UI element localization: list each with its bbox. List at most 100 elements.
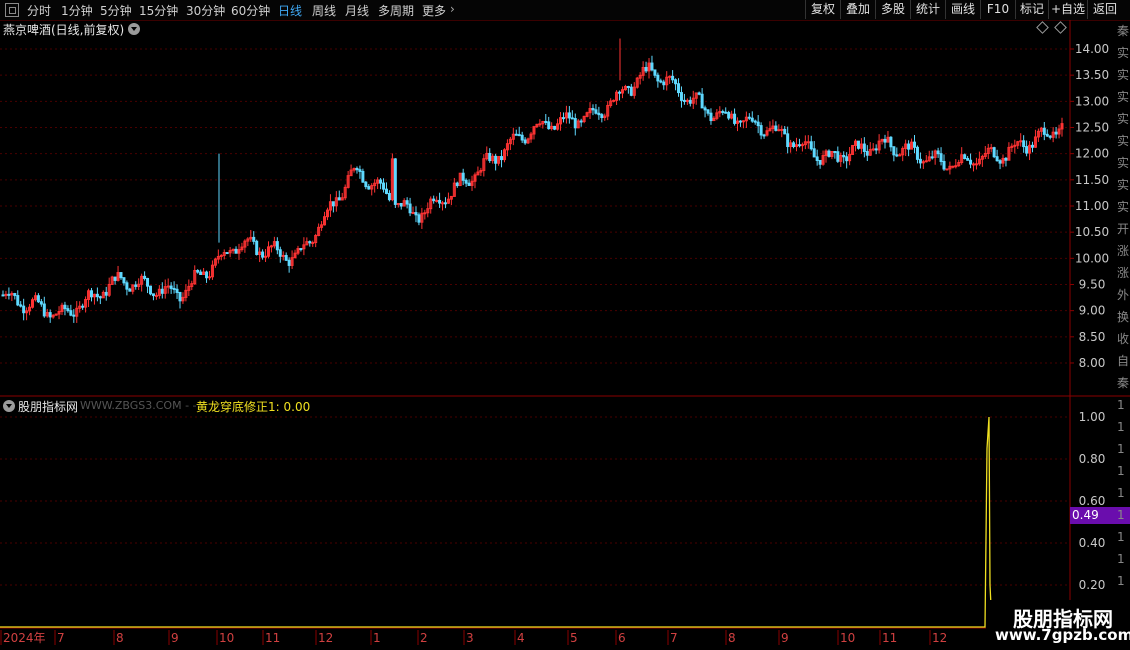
candle bbox=[582, 115, 586, 124]
candle bbox=[69, 304, 73, 317]
candle bbox=[989, 143, 993, 153]
candle-body bbox=[733, 113, 737, 124]
candle bbox=[488, 148, 492, 163]
candle bbox=[833, 151, 837, 159]
candle bbox=[694, 92, 698, 105]
candle bbox=[600, 113, 604, 123]
candle bbox=[1057, 124, 1061, 139]
candle bbox=[199, 269, 203, 275]
candle bbox=[423, 209, 427, 220]
candle-body bbox=[154, 294, 158, 297]
candle bbox=[874, 144, 878, 155]
candle bbox=[216, 249, 220, 264]
candle bbox=[895, 147, 899, 158]
candle bbox=[668, 75, 672, 84]
candle bbox=[187, 279, 191, 297]
candle-body bbox=[679, 92, 683, 101]
candle bbox=[573, 113, 577, 136]
candle bbox=[753, 119, 757, 125]
candle-body bbox=[160, 288, 164, 294]
candle-body bbox=[703, 107, 707, 111]
candle bbox=[983, 146, 987, 160]
candle-body bbox=[69, 310, 73, 316]
candle-body bbox=[612, 99, 616, 102]
candle bbox=[774, 121, 778, 132]
chevron-down-icon[interactable] bbox=[128, 23, 140, 35]
candle bbox=[225, 252, 229, 255]
candle bbox=[494, 153, 498, 171]
kline-chart[interactable]: 14.0013.5013.0012.5012.0011.5011.0010.50… bbox=[0, 0, 1130, 650]
candle bbox=[22, 298, 26, 321]
candle bbox=[1028, 141, 1032, 161]
candle-body bbox=[393, 158, 397, 205]
indicator-menu-icon[interactable] bbox=[3, 400, 15, 412]
candle bbox=[60, 302, 64, 315]
candle-body bbox=[629, 86, 633, 96]
candle bbox=[358, 165, 362, 179]
candle-body bbox=[299, 248, 303, 251]
candle bbox=[311, 240, 315, 247]
candle-body bbox=[225, 252, 229, 255]
candle bbox=[308, 240, 312, 247]
candle-body bbox=[538, 123, 542, 126]
candle-body bbox=[942, 160, 946, 170]
candle bbox=[405, 197, 409, 209]
candle bbox=[305, 237, 309, 246]
candle-body bbox=[924, 160, 928, 163]
candle-body bbox=[128, 288, 132, 292]
candle bbox=[98, 295, 102, 305]
candle-body bbox=[809, 141, 813, 150]
candle-body bbox=[969, 159, 973, 165]
candle bbox=[497, 156, 501, 166]
candle-body bbox=[36, 295, 40, 303]
candle bbox=[390, 153, 394, 202]
candle bbox=[299, 248, 303, 252]
candle bbox=[759, 122, 763, 140]
candle bbox=[470, 175, 474, 191]
candle bbox=[128, 287, 132, 292]
candle-body bbox=[89, 290, 93, 298]
candle bbox=[998, 159, 1002, 170]
candle bbox=[502, 148, 506, 163]
time-tick-label: 8 bbox=[728, 631, 736, 645]
candle bbox=[125, 280, 129, 296]
candle-body bbox=[998, 160, 1002, 164]
candle bbox=[544, 114, 548, 126]
candle bbox=[81, 303, 85, 310]
indicator-name[interactable]: 股朋指标网 bbox=[18, 398, 78, 415]
candle-body bbox=[166, 285, 170, 288]
candle-body bbox=[1054, 131, 1058, 135]
candle bbox=[482, 154, 486, 177]
candle-body bbox=[727, 112, 731, 119]
candle-body bbox=[311, 242, 315, 245]
candle-body bbox=[827, 150, 831, 157]
candle bbox=[1031, 141, 1035, 153]
candle bbox=[101, 290, 105, 299]
candle-body bbox=[441, 202, 445, 205]
price-tick-label: 10.00 bbox=[1075, 251, 1109, 265]
candle-body bbox=[261, 251, 265, 258]
candle-body bbox=[674, 79, 678, 85]
candle bbox=[886, 131, 890, 143]
candle bbox=[924, 155, 928, 163]
candle bbox=[4, 290, 8, 300]
candle-body bbox=[915, 146, 919, 160]
candle bbox=[564, 105, 568, 124]
candle bbox=[337, 190, 341, 201]
candle-body bbox=[48, 312, 52, 318]
candle-body bbox=[972, 163, 976, 166]
candle bbox=[892, 146, 896, 162]
candle bbox=[166, 278, 170, 294]
candle bbox=[597, 106, 601, 120]
time-tick-label: 11 bbox=[265, 631, 280, 645]
candle bbox=[815, 149, 819, 166]
price-tick-label: 12.50 bbox=[1075, 120, 1109, 134]
candle-body bbox=[939, 153, 943, 162]
candle-body bbox=[520, 134, 524, 141]
candle-body bbox=[411, 212, 415, 215]
candle-body bbox=[892, 146, 896, 156]
candle bbox=[942, 154, 946, 171]
candle-body bbox=[278, 249, 282, 257]
candle bbox=[762, 133, 766, 139]
candle bbox=[792, 141, 796, 149]
